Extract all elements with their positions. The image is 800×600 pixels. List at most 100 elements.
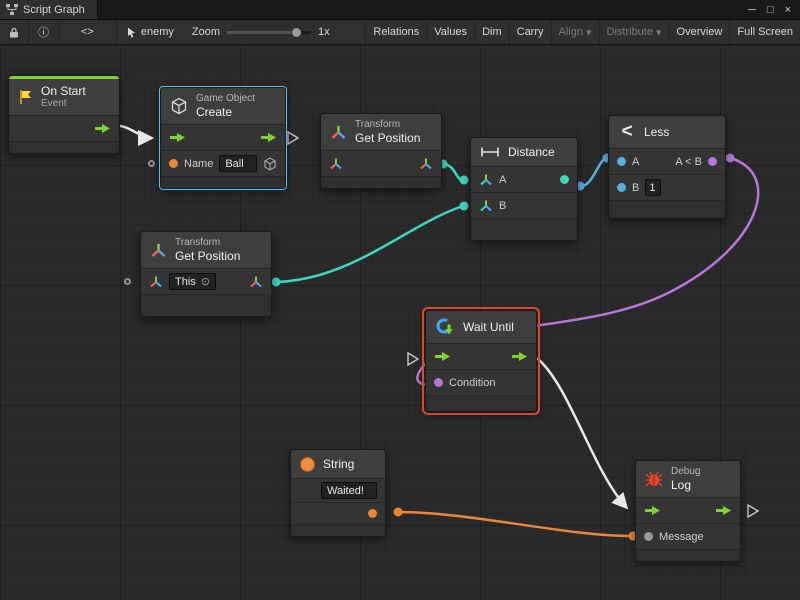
transform-input-port[interactable] [149,275,163,289]
node-category: Transform [175,237,240,249]
distance-output-port[interactable] [560,175,569,184]
flow-output-port[interactable] [715,505,732,516]
node-header: < Less [609,116,725,148]
zoom-slider-fill [227,31,294,34]
node-header: Transform Get Position [141,232,271,268]
node-footer [636,549,740,561]
node-title: On Start [41,84,86,98]
zoom-slider-handle[interactable] [291,27,302,38]
relations-button[interactable]: Relations [365,20,426,44]
name-field[interactable] [219,155,257,172]
node-less[interactable]: < Less A A < B B [608,115,726,219]
node-footer [471,218,577,240]
transform-input-port[interactable] [329,157,343,171]
wire-distance-less-a [580,158,606,186]
node-debug-log[interactable]: Debug Log Message [635,460,741,562]
less-output-port[interactable] [708,157,717,166]
node-category: Debug [671,466,700,478]
zoom-label: Zoom [192,26,220,38]
wire-getposition2-distance-b [272,206,463,282]
graph-canvas[interactable]: On Start Event Game Object Create [0,45,800,600]
name-port-label: Name [184,158,213,170]
close-button[interactable]: × [785,4,791,16]
transform-icon [330,124,347,141]
wait-clock-icon [435,317,455,337]
node-title: Less [644,125,669,139]
node-header: Debug Log [636,461,740,497]
code-view-button[interactable]: <> [59,20,117,44]
fullscreen-button[interactable]: Full Screen [729,20,800,44]
toolbar-buttons: Relations Values Dim Carry Align▾ Distri… [365,20,800,44]
name-input-port[interactable] [169,159,178,168]
message-input-port[interactable] [644,532,653,541]
minimize-button[interactable]: ─ [748,4,756,16]
lock-button[interactable] [0,20,29,44]
cube-icon [170,97,188,115]
string-icon [300,457,315,472]
flow-output-port[interactable] [94,123,111,134]
node-wait-until[interactable]: Wait Until Condition [425,310,537,412]
node-footer [9,141,119,153]
flow-input-port[interactable] [434,351,451,362]
window-title: Script Graph [23,4,85,16]
less-input-port-a[interactable] [617,157,626,166]
node-title: String [323,457,354,471]
carry-button[interactable]: Carry [509,20,551,44]
node-title: Get Position [355,131,420,145]
node-on-start-event[interactable]: On Start Event [8,75,120,154]
string-value-field[interactable] [321,482,377,499]
carry-label: Carry [517,26,544,38]
node-header: Game Object Create [161,88,285,124]
node-title: Log [671,478,700,492]
wire-getposition1-distance-a [442,164,463,180]
message-label: Message [659,531,704,543]
values-button[interactable]: Values [426,20,474,44]
node-get-position-1[interactable]: Transform Get Position [320,113,442,189]
self-port-ring-getposition2[interactable] [124,278,131,285]
condition-input-port[interactable] [434,378,443,387]
node-string-literal[interactable]: String [290,449,386,537]
node-get-position-2[interactable]: Transform Get Position This ⊙ [140,231,272,317]
chevron-down-icon: ▾ [586,26,592,39]
node-create-game-object[interactable]: Game Object Create Name [160,87,286,189]
info-button[interactable]: ⓘ [29,20,59,44]
relations-label: Relations [373,26,419,38]
vector-input-port-b[interactable] [479,199,493,213]
self-port-ring-create[interactable] [148,160,155,167]
maximize-button[interactable]: □ [767,4,774,16]
vector-input-port-a[interactable] [479,173,493,187]
wire-string-log-message [398,512,632,536]
b-value-field[interactable] [645,179,661,196]
flow-input-port[interactable] [644,505,661,516]
zoom-slider[interactable] [227,31,311,34]
target-value: This [175,276,196,288]
code-icon: <> [81,26,94,38]
zoom-value: 1x [318,26,330,38]
string-output-port[interactable] [368,509,377,518]
overview-label: Overview [677,26,723,38]
position-output-port[interactable] [419,157,433,171]
dim-label: Dim [482,26,502,38]
script-graph-tab[interactable]: Script Graph [0,0,98,19]
distribute-button[interactable]: Distribute▾ [599,20,669,44]
flow-input-port[interactable] [169,132,186,143]
input-a-label: A [499,174,506,186]
game-object-output-port[interactable] [263,157,277,171]
output-label: A < B [675,156,702,168]
node-title: Distance [508,145,555,159]
flow-output-port[interactable] [260,132,277,143]
dim-button[interactable]: Dim [474,20,509,44]
input-b-label: B [632,182,639,194]
input-a-label: A [632,156,639,168]
node-distance[interactable]: Distance A B [470,137,578,241]
node-header: Transform Get Position [321,114,441,150]
position-output-port[interactable] [249,275,263,289]
overview-button[interactable]: Overview [669,20,730,44]
flow-output-port[interactable] [511,351,528,362]
stub-waituntil-in [408,353,418,365]
target-dropdown[interactable]: This ⊙ [169,273,216,290]
align-button[interactable]: Align▾ [551,20,599,44]
node-footer [321,176,441,188]
node-title: Wait Until [463,320,514,334]
less-input-port-b[interactable] [617,183,626,192]
